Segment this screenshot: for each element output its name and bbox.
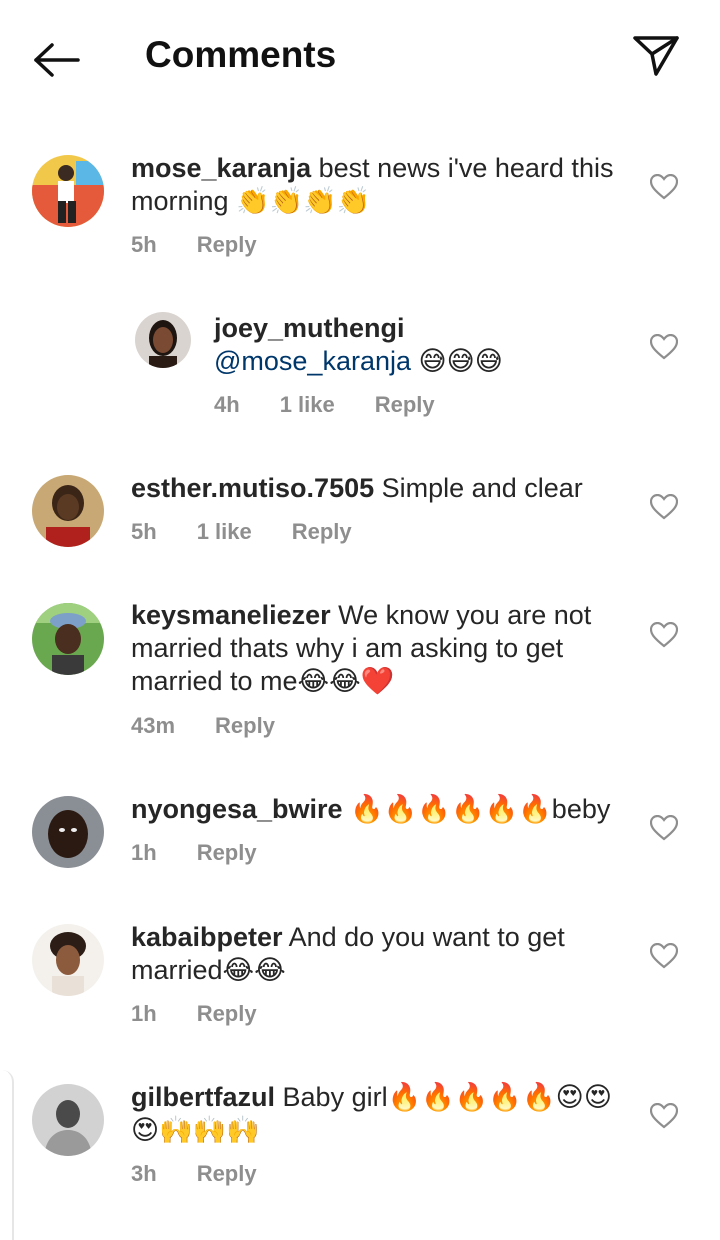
comment-body: 🔥🔥🔥🔥🔥🔥beby — [350, 794, 611, 824]
comment-username[interactable]: kabaibpeter — [131, 922, 283, 952]
comment-text: esther.mutiso.7505 Simple and clear — [131, 472, 631, 505]
comment-mention[interactable]: @mose_karanja — [214, 346, 411, 376]
comment-text: mose_karanja best news i've heard this m… — [131, 152, 631, 218]
likes-count[interactable]: 1 like — [197, 519, 252, 545]
comment-text: kabaibpeter And do you want to get marri… — [131, 921, 631, 987]
heart-icon[interactable] — [650, 1103, 678, 1129]
comment-time: 1h — [131, 840, 157, 865]
avatar[interactable] — [32, 924, 104, 996]
avatar[interactable] — [32, 1084, 104, 1156]
avatar[interactable] — [32, 475, 104, 547]
avatar[interactable] — [32, 603, 104, 675]
comment-time: 3h — [131, 1161, 157, 1186]
reply-button[interactable]: Reply — [197, 1001, 257, 1027]
comment-username[interactable]: joey_muthengi — [214, 312, 634, 345]
reply-button[interactable]: Reply — [215, 713, 275, 739]
comment-text: gilbertfazul Baby girl🔥🔥🔥🔥🔥😍😍😍🙌🙌🙌 — [131, 1081, 631, 1147]
reply-button[interactable]: Reply — [292, 519, 352, 545]
comment-meta: 1h Reply — [131, 1001, 297, 1027]
reply-button[interactable]: Reply — [375, 392, 435, 418]
comment-text: joey_muthengi @mose_karanja 😅😅😅 — [214, 312, 634, 378]
comment-username[interactable]: nyongesa_bwire — [131, 794, 343, 824]
send-button[interactable] — [628, 30, 684, 82]
comment-meta: 5h 1 like Reply — [131, 519, 392, 545]
heart-icon[interactable] — [650, 494, 678, 520]
reply-button[interactable]: Reply — [197, 1161, 257, 1187]
heart-icon[interactable] — [650, 334, 678, 360]
avatar[interactable] — [135, 312, 191, 368]
header-bar: Comments — [0, 0, 720, 116]
heart-icon[interactable] — [650, 943, 678, 969]
comment-time: 4h — [214, 392, 240, 417]
likes-count[interactable]: 1 like — [280, 392, 335, 418]
comment-meta: 43m Reply — [131, 713, 315, 739]
comment-time: 5h — [131, 232, 157, 257]
back-button[interactable] — [28, 36, 84, 84]
comment-body: Simple and clear — [381, 473, 583, 503]
comment-meta: 1h Reply — [131, 840, 297, 866]
arrow-left-icon — [34, 43, 80, 77]
comment-body: 😅😅😅 — [411, 346, 503, 376]
comment-time: 5h — [131, 519, 157, 544]
comment-time: 43m — [131, 713, 176, 738]
comment-username[interactable]: gilbertfazul — [131, 1082, 275, 1112]
heart-icon[interactable] — [650, 815, 678, 841]
comment-meta: 3h Reply — [131, 1161, 297, 1187]
heart-icon[interactable] — [650, 174, 678, 200]
edge-panel-handle[interactable] — [0, 1070, 14, 1240]
heart-icon[interactable] — [650, 622, 678, 648]
avatar[interactable] — [32, 155, 104, 227]
comment-text: keysmaneliezer We know you are not marri… — [131, 599, 631, 698]
comment-meta: 4h 1 like Reply — [214, 392, 475, 418]
avatar[interactable] — [32, 796, 104, 868]
comment-username[interactable]: keysmaneliezer — [131, 600, 331, 630]
comment-username[interactable]: mose_karanja — [131, 153, 311, 183]
comment-time: 1h — [131, 1001, 157, 1026]
comment-username[interactable]: esther.mutiso.7505 — [131, 473, 374, 503]
reply-button[interactable]: Reply — [197, 232, 257, 258]
comment-meta: 5h Reply — [131, 232, 297, 258]
comment-text: nyongesa_bwire 🔥🔥🔥🔥🔥🔥beby — [131, 793, 631, 826]
page-title: Comments — [145, 34, 337, 75]
reply-button[interactable]: Reply — [197, 840, 257, 866]
paper-plane-icon — [633, 36, 679, 76]
